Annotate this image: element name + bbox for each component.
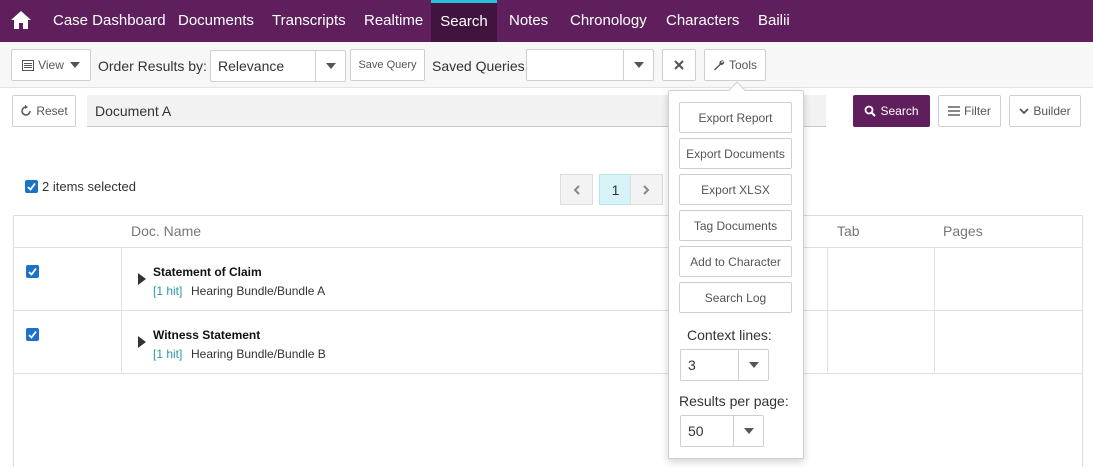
nav-transcripts[interactable]: Transcripts [272, 0, 346, 42]
home-icon[interactable] [10, 10, 32, 30]
items-selected-count: 2 items selected [42, 179, 136, 194]
table-row-divider [14, 373, 1082, 374]
list-icon [948, 106, 961, 116]
context-lines-value: 3 [688, 357, 696, 373]
nav-search[interactable]: Search [431, 0, 497, 42]
filter-button[interactable]: Filter [938, 95, 1001, 127]
saved-queries-select[interactable] [526, 49, 654, 81]
nav-documents[interactable]: Documents [178, 0, 254, 42]
filter-button-label: Filter [964, 104, 991, 118]
table-row[interactable]: Witness Statement [1 hit] Hearing Bundle… [14, 310, 1082, 373]
hit-count[interactable]: [1 hit] [153, 284, 182, 298]
expand-row-icon[interactable] [138, 336, 146, 348]
select-all-checkbox[interactable] [25, 180, 38, 193]
chevron-down-icon [1019, 107, 1029, 114]
order-results-label: Order Results by: [98, 58, 207, 74]
results-per-page-select[interactable]: 50 [680, 415, 764, 447]
search-log-button[interactable]: Search Log [679, 282, 792, 313]
tools-button-label: Tools [728, 58, 757, 72]
list-icon [22, 59, 35, 71]
results-per-page-label: Results per page: [679, 393, 789, 409]
column-header-doc-name[interactable]: Doc. Name [131, 216, 201, 247]
row-checkbox[interactable] [26, 328, 39, 341]
builder-button[interactable]: Builder [1009, 95, 1081, 127]
add-to-character-button[interactable]: Add to Character [679, 246, 792, 277]
view-button-label: View [38, 58, 64, 72]
document-path: Hearing Bundle/Bundle A [191, 284, 326, 298]
x-icon [674, 60, 684, 70]
chevron-down-icon[interactable] [315, 51, 345, 81]
nav-characters[interactable]: Characters [666, 0, 739, 42]
top-navigation-bar: Case Dashboard Documents Transcripts Rea… [0, 0, 1093, 42]
document-name[interactable]: Statement of Claim [153, 265, 262, 279]
chevron-down-icon[interactable] [733, 416, 763, 446]
column-header-tab[interactable]: Tab [837, 216, 860, 247]
row-checkbox[interactable] [26, 265, 39, 278]
chevron-down-icon [69, 62, 80, 68]
table-row[interactable]: Statement of Claim [1 hit] Hearing Bundl… [14, 247, 1082, 310]
results-per-page-value: 50 [688, 423, 704, 439]
search-button[interactable]: Search [853, 95, 930, 127]
tools-dropdown-menu: Export Report Export Documents Export XL… [668, 81, 804, 459]
document-name[interactable]: Witness Statement [153, 328, 260, 342]
order-results-value: Relevance [218, 58, 285, 74]
page-number-current[interactable]: 1 [599, 174, 632, 205]
reset-button[interactable]: Reset [12, 95, 76, 127]
tools-button[interactable]: Tools [704, 49, 766, 81]
export-report-button[interactable]: Export Report [679, 102, 792, 133]
refresh-icon [21, 105, 32, 116]
search-icon [865, 105, 877, 117]
hit-count[interactable]: [1 hit] [153, 347, 182, 361]
reset-button-label: Reset [36, 104, 68, 118]
wrench-icon [713, 60, 725, 71]
builder-button-label: Builder [1033, 104, 1071, 118]
chevron-left-icon [573, 184, 580, 195]
save-query-button[interactable]: Save Query [350, 49, 425, 81]
export-xlsx-button[interactable]: Export XLSX [679, 174, 792, 205]
document-path: Hearing Bundle/Bundle B [191, 347, 326, 361]
context-lines-select[interactable]: 3 [680, 349, 769, 381]
order-results-select[interactable]: Relevance [210, 50, 346, 82]
search-button-label: Search [880, 104, 919, 118]
nav-notes[interactable]: Notes [509, 0, 548, 42]
export-documents-button[interactable]: Export Documents [679, 138, 792, 169]
view-button[interactable]: View [11, 49, 91, 81]
expand-row-icon[interactable] [138, 273, 146, 285]
nav-chronology[interactable]: Chronology [570, 0, 647, 42]
next-page-button[interactable] [630, 174, 663, 205]
column-header-pages[interactable]: Pages [943, 216, 983, 247]
chevron-right-icon [643, 184, 650, 195]
results-table: Doc. Name Tab Pages Statement of Claim [… [13, 215, 1083, 467]
chevron-down-icon[interactable] [738, 350, 768, 380]
nav-realtime[interactable]: Realtime [364, 0, 423, 42]
clear-saved-query-button[interactable] [662, 49, 696, 81]
context-lines-label: Context lines: [687, 327, 772, 343]
nav-bailii[interactable]: Bailii [758, 0, 790, 42]
nav-case-dashboard[interactable]: Case Dashboard [53, 0, 166, 42]
prev-page-button[interactable] [560, 174, 593, 205]
tag-documents-button[interactable]: Tag Documents [679, 210, 792, 241]
chevron-down-icon[interactable] [623, 50, 653, 80]
saved-queries-label: Saved Queries: [432, 58, 529, 74]
